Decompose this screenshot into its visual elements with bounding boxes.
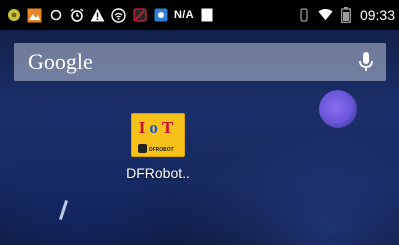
app-icon-brand: DFROBOT [149, 147, 174, 153]
wallpaper-light-streak [58, 200, 69, 220]
wifi-icon [318, 8, 333, 23]
status-bar[interactable]: N/A 09:33 [0, 0, 399, 30]
robot-logo-icon [138, 144, 147, 153]
app-notification-icon [153, 8, 168, 23]
google-search-bar[interactable]: Google [14, 43, 386, 81]
app-label: DFRobot.. [126, 165, 190, 181]
circle-icon [48, 8, 63, 23]
android-debug-icon [6, 8, 21, 23]
vibrate-icon [297, 8, 312, 23]
wallpaper-orb [319, 90, 357, 128]
microphone-icon[interactable] [358, 51, 374, 73]
battery-icon [339, 7, 354, 23]
notification-icons: N/A [0, 7, 215, 23]
iot-app-icon: IoT DFROBOT [131, 113, 185, 157]
system-icons: 09:33 [297, 7, 399, 23]
warning-icon [90, 8, 105, 23]
sim-icon [200, 8, 215, 23]
clock: 09:33 [359, 7, 395, 23]
wifi-hotspot-icon [111, 7, 126, 23]
google-logo-text: Google [28, 49, 93, 74]
app-shortcut-dfrobot[interactable]: IoT DFROBOT DFRobot.. [118, 113, 198, 181]
alarm-icon [69, 8, 84, 23]
app-icon-letters: IoT [138, 118, 178, 137]
image-notification-icon [27, 8, 42, 23]
network-status-label: N/A [174, 9, 194, 21]
home-screen: N/A 09:33 Google IoT DFROBOT DFRobot.. [0, 0, 399, 245]
no-sim-icon [132, 8, 147, 23]
